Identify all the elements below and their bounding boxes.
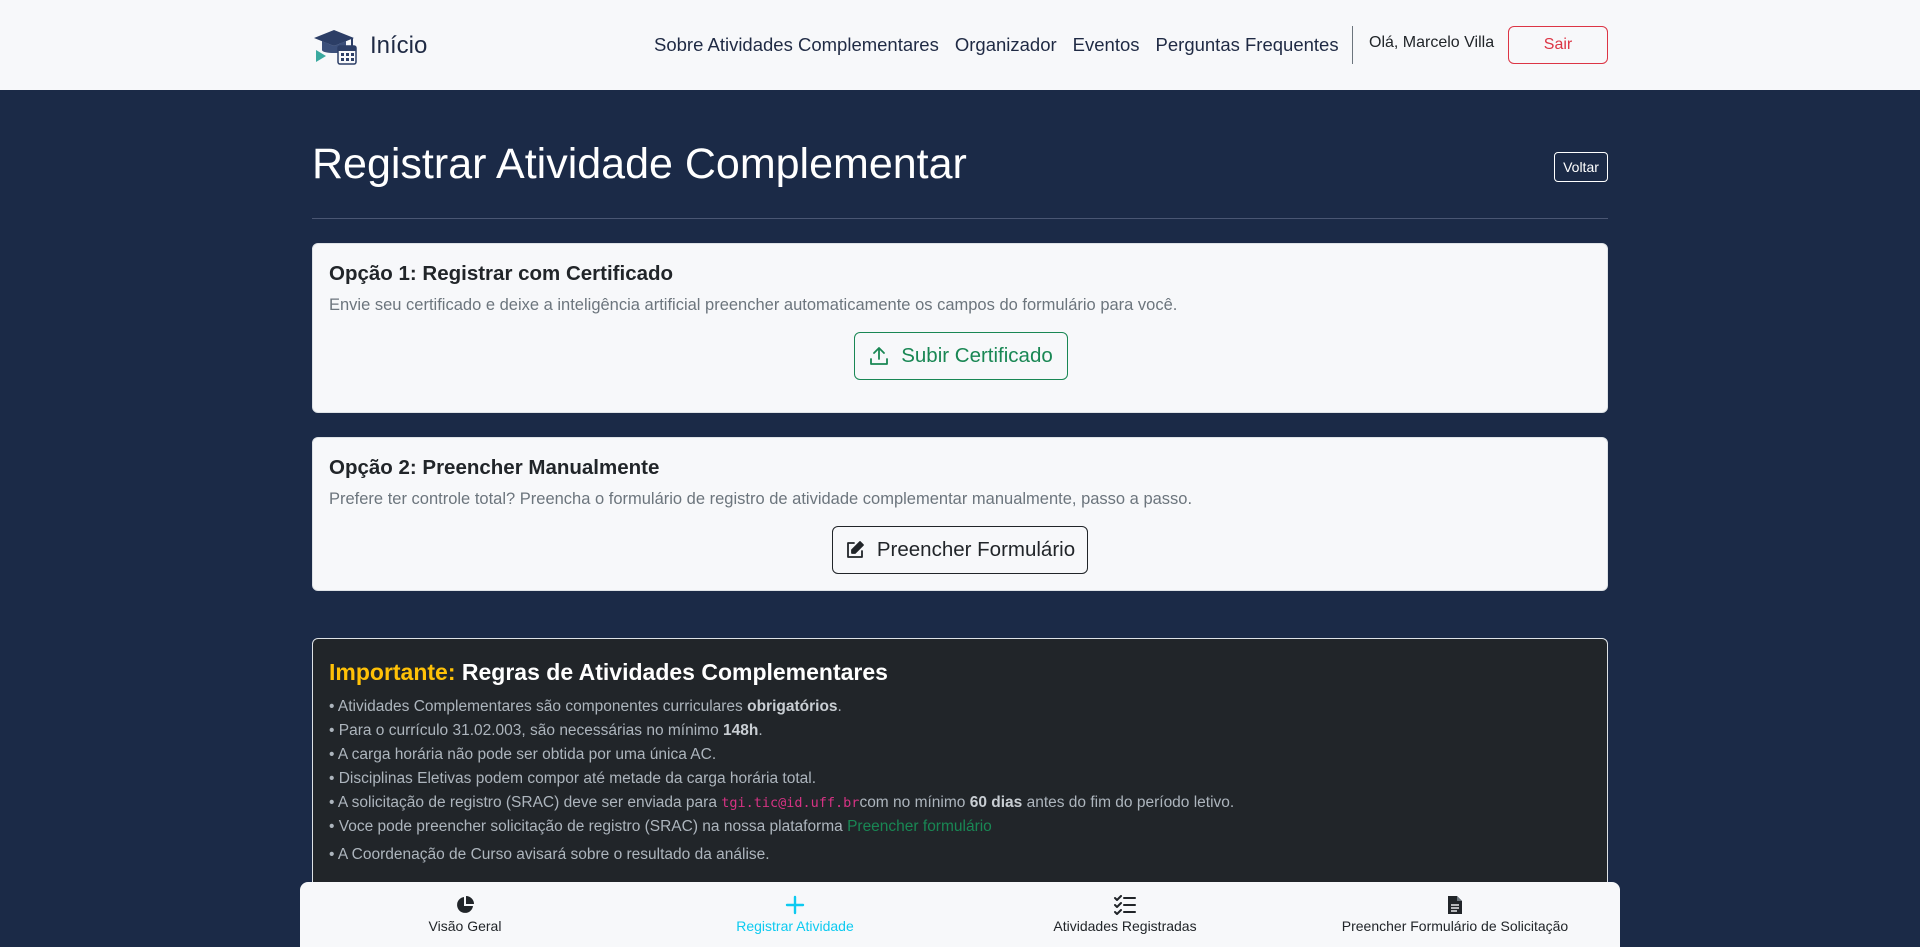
tab-label: Visão Geral — [428, 918, 502, 934]
option1-title: Opção 1: Registrar com Certificado — [329, 262, 674, 285]
fill-form-label: Preencher Formulário — [876, 538, 1076, 561]
option2-description: Prefere ter controle total? Preencha o f… — [329, 490, 1193, 508]
upload-certificate-button[interactable]: Subir Certificado — [854, 332, 1068, 380]
option-manual-card: Opção 2: Preencher Manualmente Prefere t… — [312, 437, 1608, 591]
rules-title-text: Regras de Atividades Complementares — [455, 659, 888, 685]
tab-label: Atividades Registradas — [1053, 918, 1197, 934]
plus-icon — [784, 894, 806, 916]
nav-link-eventos[interactable]: Eventos — [1073, 34, 1140, 56]
tab-atividades-registradas[interactable]: Atividades Registradas — [960, 882, 1290, 947]
tab-label: Registrar Atividade — [736, 918, 854, 934]
rule-item: • Voce pode preencher solicitação de reg… — [329, 818, 992, 835]
upload-certificate-label: Subir Certificado — [901, 344, 1053, 367]
tab-visao-geral[interactable]: Visão Geral — [300, 882, 630, 947]
rule-item: • A carga horária não pode ser obtida po… — [329, 746, 717, 763]
option-certificate-card: Opção 1: Registrar com Certificado Envie… — [312, 243, 1608, 413]
fill-request-form-link[interactable]: Preencher formulário — [847, 818, 992, 835]
nav-divider — [1352, 26, 1353, 64]
rules-panel: Importante: Regras de Atividades Complem… — [312, 638, 1608, 898]
tab-preencher-formulario[interactable]: Preencher Formulário de Solicitação — [1290, 882, 1620, 947]
top-navbar: Início Sobre Atividades Complementares O… — [0, 0, 1920, 90]
document-icon — [1444, 894, 1466, 916]
upload-icon — [870, 347, 889, 365]
option1-description: Envie seu certificado e deixe a inteligê… — [329, 296, 1178, 314]
rule-item: • Para o currículo 31.02.003, são necess… — [329, 722, 763, 739]
rules-title: Importante: Regras de Atividades Complem… — [329, 659, 888, 686]
rule-item: • Disciplinas Eletivas podem compor até … — [329, 770, 817, 787]
bottom-tab-bar: Visão Geral Registrar Atividade Atividad… — [300, 882, 1620, 947]
nav-link-sobre[interactable]: Sobre Atividades Complementares — [654, 34, 939, 56]
back-button[interactable]: Voltar — [1554, 152, 1608, 182]
rules-title-important: Importante: — [329, 659, 456, 685]
tab-label: Preencher Formulário de Solicitação — [1341, 918, 1569, 934]
brand-label: Início — [370, 32, 428, 59]
logout-button[interactable]: Sair — [1508, 26, 1608, 64]
nav-link-faq[interactable]: Perguntas Frequentes — [1156, 34, 1339, 56]
email-address: tgi.tic@id.uff.br — [721, 795, 860, 811]
rule-item: • A solicitação de registro (SRAC) deve … — [329, 794, 1235, 811]
fill-form-button[interactable]: Preencher Formulário — [832, 526, 1088, 574]
graduation-cap-icon — [314, 30, 357, 65]
title-divider — [312, 218, 1608, 219]
pie-chart-icon — [454, 894, 476, 916]
edit-icon — [846, 541, 864, 558]
page-title: Registrar Atividade Complementar — [312, 140, 967, 188]
nav-link-organizador[interactable]: Organizador — [955, 34, 1057, 56]
rule-item: • Atividades Complementares são componen… — [329, 698, 842, 715]
user-greeting: Olá, Marcelo Villa — [1369, 34, 1495, 51]
rule-item: • A Coordenação de Curso avisará sobre o… — [329, 846, 770, 863]
tab-registrar-atividade[interactable]: Registrar Atividade — [630, 882, 960, 947]
checklist-icon — [1114, 894, 1136, 916]
rules-list: • Atividades Complementares são componen… — [329, 695, 1234, 867]
main-nav: Sobre Atividades Complementares Organiza… — [654, 34, 1339, 56]
option2-title: Opção 2: Preencher Manualmente — [329, 456, 660, 479]
home-link[interactable]: Início — [312, 26, 427, 66]
